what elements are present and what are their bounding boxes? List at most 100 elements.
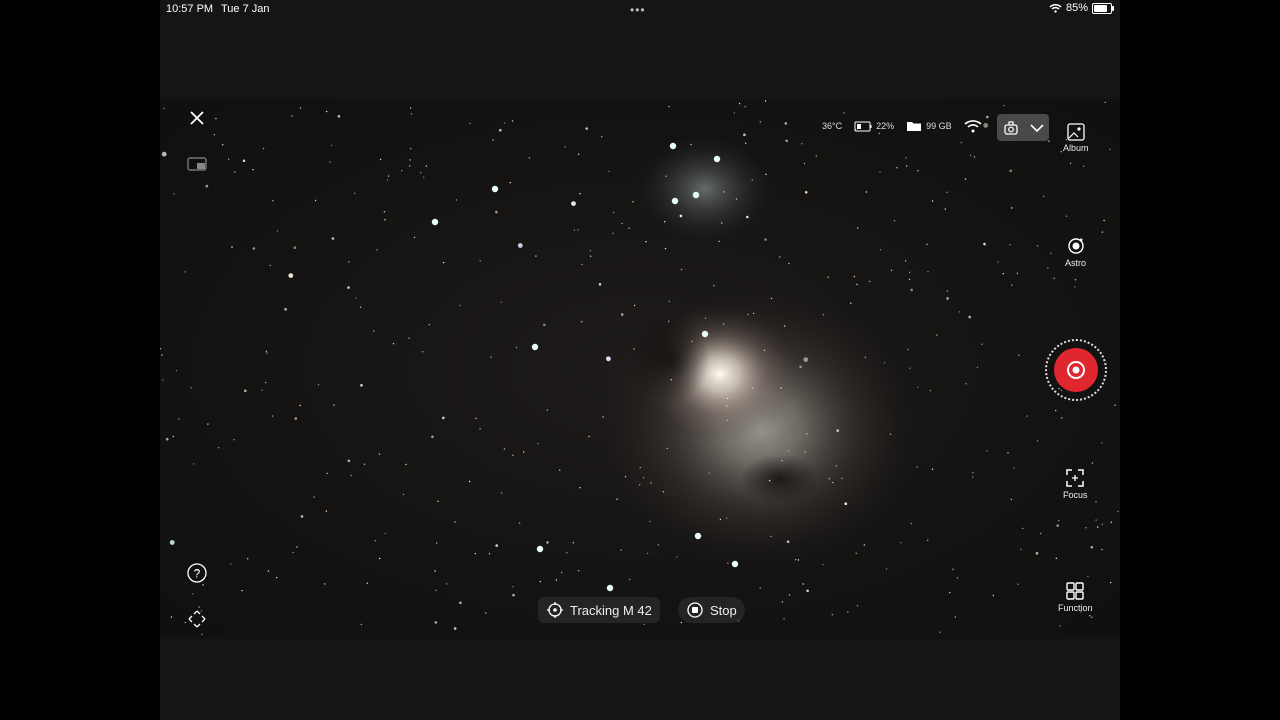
star — [643, 623, 645, 626]
star — [733, 112, 736, 114]
star — [680, 621, 683, 624]
star — [865, 191, 868, 193]
multitasking-dots-icon[interactable]: ••• — [630, 3, 646, 17]
star — [783, 618, 785, 620]
star — [708, 472, 710, 474]
star — [964, 178, 967, 180]
star — [954, 616, 956, 618]
star — [325, 510, 328, 512]
star — [1011, 207, 1013, 209]
telescope-icon — [1003, 120, 1018, 135]
star — [836, 429, 839, 432]
star — [744, 106, 746, 108]
star — [639, 466, 641, 469]
star — [184, 621, 186, 624]
star — [485, 612, 487, 614]
bright-star — [536, 545, 544, 553]
star — [797, 559, 800, 561]
star — [422, 351, 424, 353]
star — [726, 419, 729, 422]
star — [629, 578, 631, 581]
star — [265, 350, 268, 352]
star — [752, 387, 754, 389]
astro-label: Astro — [1065, 258, 1087, 268]
astro-button[interactable]: Astro — [1065, 236, 1086, 268]
star — [252, 169, 254, 171]
star — [1055, 557, 1057, 559]
star — [479, 428, 481, 430]
live-view[interactable]: ? 36°C 22% 99 GB Album Astro Focus Funct… — [160, 99, 1120, 639]
star — [326, 472, 328, 475]
album-button[interactable]: Album — [1063, 123, 1089, 153]
stop-icon — [687, 602, 703, 618]
star — [803, 357, 809, 362]
star — [650, 482, 652, 484]
star — [579, 487, 581, 489]
star — [1009, 244, 1011, 246]
star — [175, 370, 178, 372]
close-button[interactable] — [188, 109, 206, 127]
status-bar: 10:57 PM Tue 7 Jan ••• 85% — [160, 0, 1120, 18]
stop-button[interactable]: Stop — [678, 597, 745, 623]
status-time: 10:57 PM — [166, 3, 214, 15]
star — [831, 614, 833, 616]
star — [360, 623, 362, 626]
tracking-status[interactable]: Tracking M 42 — [538, 597, 660, 623]
star — [160, 348, 161, 350]
star — [612, 211, 615, 214]
star — [1101, 523, 1103, 526]
star — [1095, 501, 1097, 503]
device-selector[interactable] — [997, 114, 1049, 141]
star — [1089, 615, 1091, 617]
star — [190, 387, 192, 389]
help-button[interactable]: ? — [187, 563, 207, 583]
star — [202, 584, 204, 586]
star — [986, 450, 988, 452]
astro-icon — [1067, 238, 1084, 254]
star — [1040, 532, 1042, 535]
star — [577, 153, 580, 155]
star — [781, 601, 784, 603]
star — [409, 165, 411, 167]
star — [1056, 524, 1059, 527]
star — [801, 143, 803, 145]
star — [317, 384, 320, 386]
star — [802, 583, 804, 585]
star — [602, 416, 604, 418]
star — [564, 146, 566, 148]
star — [546, 541, 549, 544]
star — [718, 240, 720, 243]
star — [387, 179, 389, 181]
star — [788, 450, 790, 452]
star — [864, 356, 866, 358]
star — [300, 515, 304, 518]
star — [668, 105, 670, 108]
star — [347, 459, 351, 463]
star — [434, 621, 438, 624]
star — [763, 349, 766, 351]
star — [770, 535, 772, 538]
star — [1036, 245, 1039, 247]
star — [815, 155, 817, 157]
star — [981, 343, 983, 345]
star — [360, 384, 363, 387]
star — [883, 362, 886, 364]
focus-button[interactable]: Focus — [1063, 468, 1088, 500]
star — [1020, 548, 1022, 551]
function-button[interactable]: Function — [1058, 581, 1093, 613]
move-button[interactable] — [187, 609, 207, 629]
star — [721, 222, 723, 224]
star — [585, 127, 588, 130]
star — [1017, 583, 1019, 585]
shutter-button[interactable] — [1045, 339, 1107, 401]
star — [528, 157, 530, 159]
star — [1035, 552, 1039, 555]
star — [1101, 231, 1104, 233]
star — [936, 334, 938, 336]
star — [946, 290, 949, 292]
bright-star — [431, 218, 439, 226]
star — [413, 236, 416, 239]
star — [559, 469, 561, 471]
pip-button[interactable] — [187, 157, 207, 171]
star — [571, 201, 576, 206]
